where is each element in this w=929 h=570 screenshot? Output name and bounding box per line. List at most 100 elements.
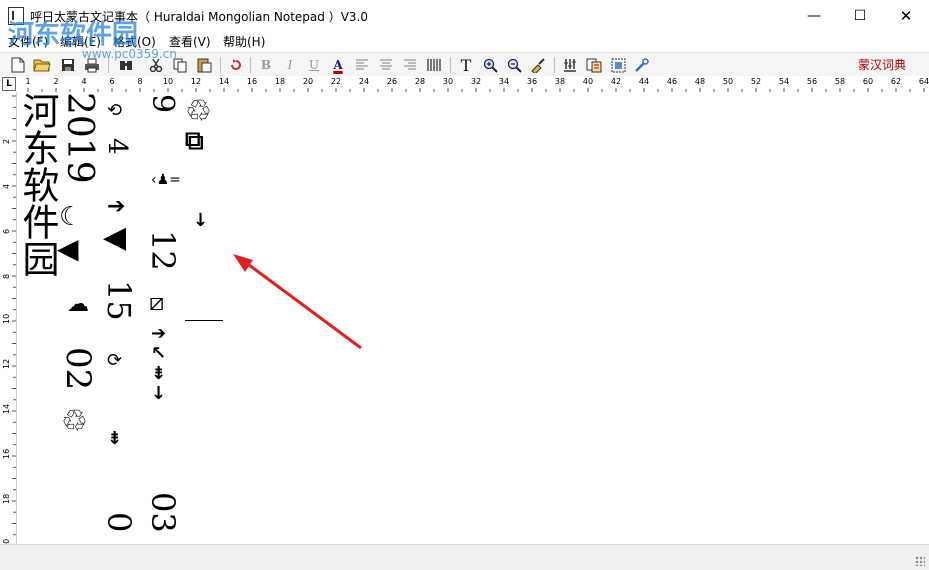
cloud-icon: ☁	[67, 292, 89, 317]
align-center-icon[interactable]	[376, 55, 396, 75]
cycle-icon: ♲	[61, 404, 88, 439]
horizontal-ruler: 1 2 4 6 8 10 12 14 16 18 20 22 24 26 28 30 32 34 36 38 40 42 4…	[0, 76, 929, 93]
text-column-title: 河东软件园	[17, 92, 59, 277]
ruler-h-label: 42	[610, 77, 622, 86]
ruler-v-label: 16	[2, 448, 11, 459]
ruler-h-label: 22	[330, 77, 342, 86]
mongolian-keyboard-icon[interactable]	[560, 55, 580, 75]
align-left-icon[interactable]	[352, 55, 372, 75]
ruler-h-label: 58	[834, 77, 846, 86]
resize-grip-icon[interactable]	[915, 556, 925, 566]
recycle-icon: ♲	[185, 94, 212, 129]
text-cursor-line	[185, 320, 223, 321]
arrow-down-icon: ↓	[193, 210, 209, 231]
text-column-year: 2019	[59, 92, 100, 184]
menu-help[interactable]: 帮助(H)	[223, 33, 265, 50]
watermark-url: www.pc0359.cn	[82, 47, 177, 61]
ruler-h-label: 30	[442, 77, 454, 86]
ruler-h-label: 34	[498, 77, 510, 86]
minimize-button[interactable]: —	[791, 0, 837, 31]
bold-button[interactable]: B	[256, 55, 276, 75]
mongolian-glyph-3: ⇟	[107, 428, 123, 449]
ruler-h-label: 6	[109, 77, 115, 86]
ruler-v-label: 8	[2, 273, 11, 279]
text-column-02: 02	[58, 347, 98, 391]
paste-icon[interactable]	[194, 55, 214, 75]
font-button[interactable]: T	[456, 55, 476, 75]
ruler-v-label: 4	[2, 183, 11, 189]
vertical-ruler: 2 4 6 8 10 12 14 16 18 20	[0, 92, 17, 544]
ruler-h-label: 60	[862, 77, 874, 86]
underline-button[interactable]: U	[304, 55, 324, 75]
italic-button[interactable]: I	[280, 55, 300, 75]
ruler-h-label: 46	[666, 77, 678, 86]
ruler-h-label: 36	[526, 77, 538, 86]
ruler-v-label: 14	[2, 403, 11, 414]
mongolian-glyph-1: ⟲	[107, 100, 123, 121]
zoom-out-icon[interactable]	[504, 55, 524, 75]
ruler-v-label: 2	[2, 138, 11, 144]
convert-icon[interactable]	[584, 55, 604, 75]
ruler-h-label: 32	[470, 77, 482, 86]
settings-tool-icon[interactable]	[632, 55, 652, 75]
ruler-h-label: 62	[890, 77, 902, 86]
ruler-h-label: 1	[25, 77, 31, 86]
text-column-03: 03	[144, 492, 182, 533]
arrows-glyph: ➔ ↖ ⇟ ↓	[151, 323, 167, 404]
watermark-logo: 河东软件园	[8, 20, 139, 50]
ruler-h-label: 10	[162, 77, 174, 86]
ruler-h-label: 54	[778, 77, 790, 86]
ruler-h-label: 16	[246, 77, 258, 86]
moon-icon: ☾	[59, 202, 83, 232]
ruler-h-label: 18	[274, 77, 286, 86]
text-column-0: 0	[100, 512, 138, 533]
window-glyph-icon: ⧉	[185, 126, 204, 156]
font-color-button[interactable]: A	[328, 55, 348, 75]
ruler-h-label: 44	[638, 77, 650, 86]
arrow-right-icon: ➔	[107, 194, 126, 219]
ruler-h-label: 50	[722, 77, 734, 86]
align-right-icon[interactable]	[400, 55, 420, 75]
ruler-h-label: 24	[358, 77, 370, 86]
ruler-h-label: 12	[190, 77, 202, 86]
ruler-h-label: 4	[81, 77, 87, 86]
ruler-v-label: 18	[2, 493, 11, 504]
triangle-left-icon: ◀	[57, 232, 79, 265]
ruler-h-label: 14	[218, 77, 230, 86]
ruler-v-label: 10	[2, 313, 11, 324]
ruler-h-label: 52	[750, 77, 762, 86]
vertical-align-icon[interactable]	[424, 55, 444, 75]
ruler-h-label: 64	[918, 77, 929, 86]
ruler-h-label: 48	[694, 77, 706, 86]
ruler-h-label: 40	[582, 77, 594, 86]
triangle-left-icon-2: ◀	[103, 220, 127, 255]
ruler-h-label: 56	[806, 77, 818, 86]
text-column-month: 4	[102, 138, 132, 155]
status-bar	[0, 544, 929, 570]
title-bar: 呼日太蒙古文记事本（ Huraldai Mongolian Notepad ）V…	[0, 0, 929, 31]
select-all-icon[interactable]	[608, 55, 628, 75]
ruler-h-label: 8	[137, 77, 143, 86]
open-folder-icon[interactable]	[32, 55, 52, 75]
save-icon[interactable]	[58, 55, 78, 75]
tab-stop-selector[interactable]: L	[2, 77, 16, 91]
undo-icon[interactable]	[226, 55, 246, 75]
clear-format-icon[interactable]	[528, 55, 548, 75]
text-column-9: 9	[145, 94, 180, 114]
zoom-in-icon[interactable]	[480, 55, 500, 75]
maximize-button[interactable]: ☐	[837, 0, 883, 31]
mongolian-chinese-dictionary-button[interactable]: 蒙汉词典	[858, 56, 906, 73]
document-canvas[interactable]: 河东软件园 2019 ☾ ◀ ☁ ♲ ⟲ 4 ➔ ◀ 15 ⟳ ⇟ 0 9 ‹♟…	[17, 92, 929, 544]
close-button[interactable]: ✕	[883, 0, 929, 31]
new-file-icon[interactable]	[8, 55, 28, 75]
mongolian-glyph-4: ‹♟=	[151, 172, 181, 188]
ruler-v-label: 6	[2, 228, 11, 234]
ruler-h-label: 38	[554, 77, 566, 86]
annotation-arrow	[233, 254, 362, 350]
ruler-v-label: 12	[2, 358, 11, 369]
ruler-h-label: 20	[302, 77, 314, 86]
mongolian-glyph-2: ⟳	[107, 350, 123, 371]
text-column-15: 15	[100, 280, 138, 321]
text-column-12: 12	[144, 230, 182, 271]
ruler-h-label: 26	[386, 77, 398, 86]
